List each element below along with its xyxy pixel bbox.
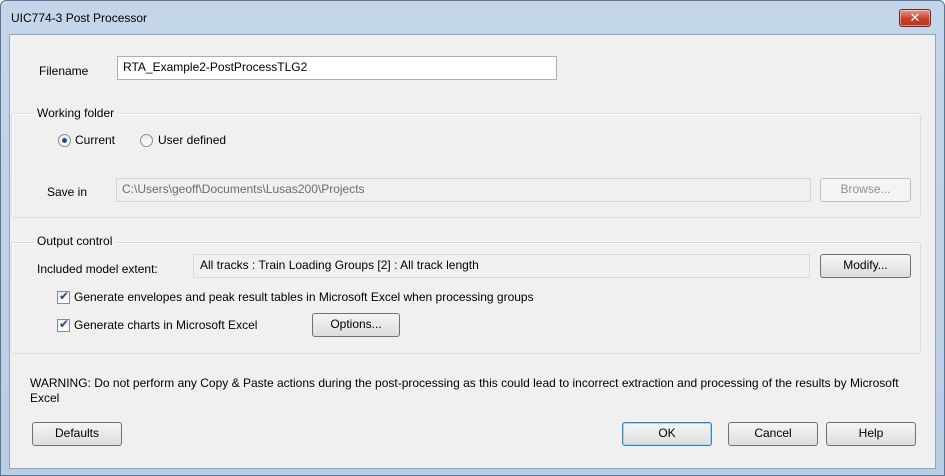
warning-text: WARNING: Do not perform any Copy & Paste…	[30, 376, 899, 405]
generate-envelopes-label[interactable]: Generate envelopes and peak result table…	[74, 290, 534, 304]
post-processor-dialog: UIC774-3 Post Processor ✕ Filename RTA_E…	[0, 0, 945, 476]
working-folder-title: Working folder	[34, 106, 118, 120]
title-bar[interactable]: UIC774-3 Post Processor ✕	[1, 1, 944, 34]
modify-button[interactable]: Modify...	[820, 254, 911, 278]
window-title: UIC774-3 Post Processor	[11, 11, 148, 25]
filename-label: Filename	[39, 64, 89, 78]
working-folder-group	[11, 113, 921, 218]
radio-current-label[interactable]: Current	[75, 133, 115, 147]
close-button[interactable]: ✕	[899, 9, 931, 27]
defaults-button[interactable]: Defaults	[32, 422, 122, 446]
ok-button[interactable]: OK	[622, 422, 712, 446]
help-button[interactable]: Help	[826, 422, 916, 446]
browse-button[interactable]: Browse...	[820, 178, 911, 202]
save-in-field: C:\Users\geoff\Documents\Lusas200\Projec…	[116, 178, 811, 202]
generate-charts-label[interactable]: Generate charts in Microsoft Excel	[74, 318, 257, 332]
output-control-title: Output control	[34, 234, 116, 248]
extent-value: All tracks : Train Loading Groups [2] : …	[193, 254, 810, 278]
radio-user-defined-label[interactable]: User defined	[158, 133, 226, 147]
generate-envelopes-checkbox[interactable]	[57, 289, 70, 304]
save-in-label: Save in	[47, 185, 88, 199]
radio-current[interactable]	[58, 134, 71, 147]
filename-input[interactable]: RTA_Example2-PostProcessTLG2	[117, 56, 557, 80]
cancel-button[interactable]: Cancel	[728, 422, 818, 446]
generate-charts-checkbox[interactable]	[57, 317, 70, 332]
dialog-body: Filename RTA_Example2-PostProcessTLG2 Wo…	[9, 34, 936, 469]
radio-user-defined[interactable]	[140, 134, 153, 147]
extent-label: Included model extent:	[37, 262, 158, 276]
options-button[interactable]: Options...	[312, 313, 400, 337]
close-icon: ✕	[909, 10, 921, 25]
